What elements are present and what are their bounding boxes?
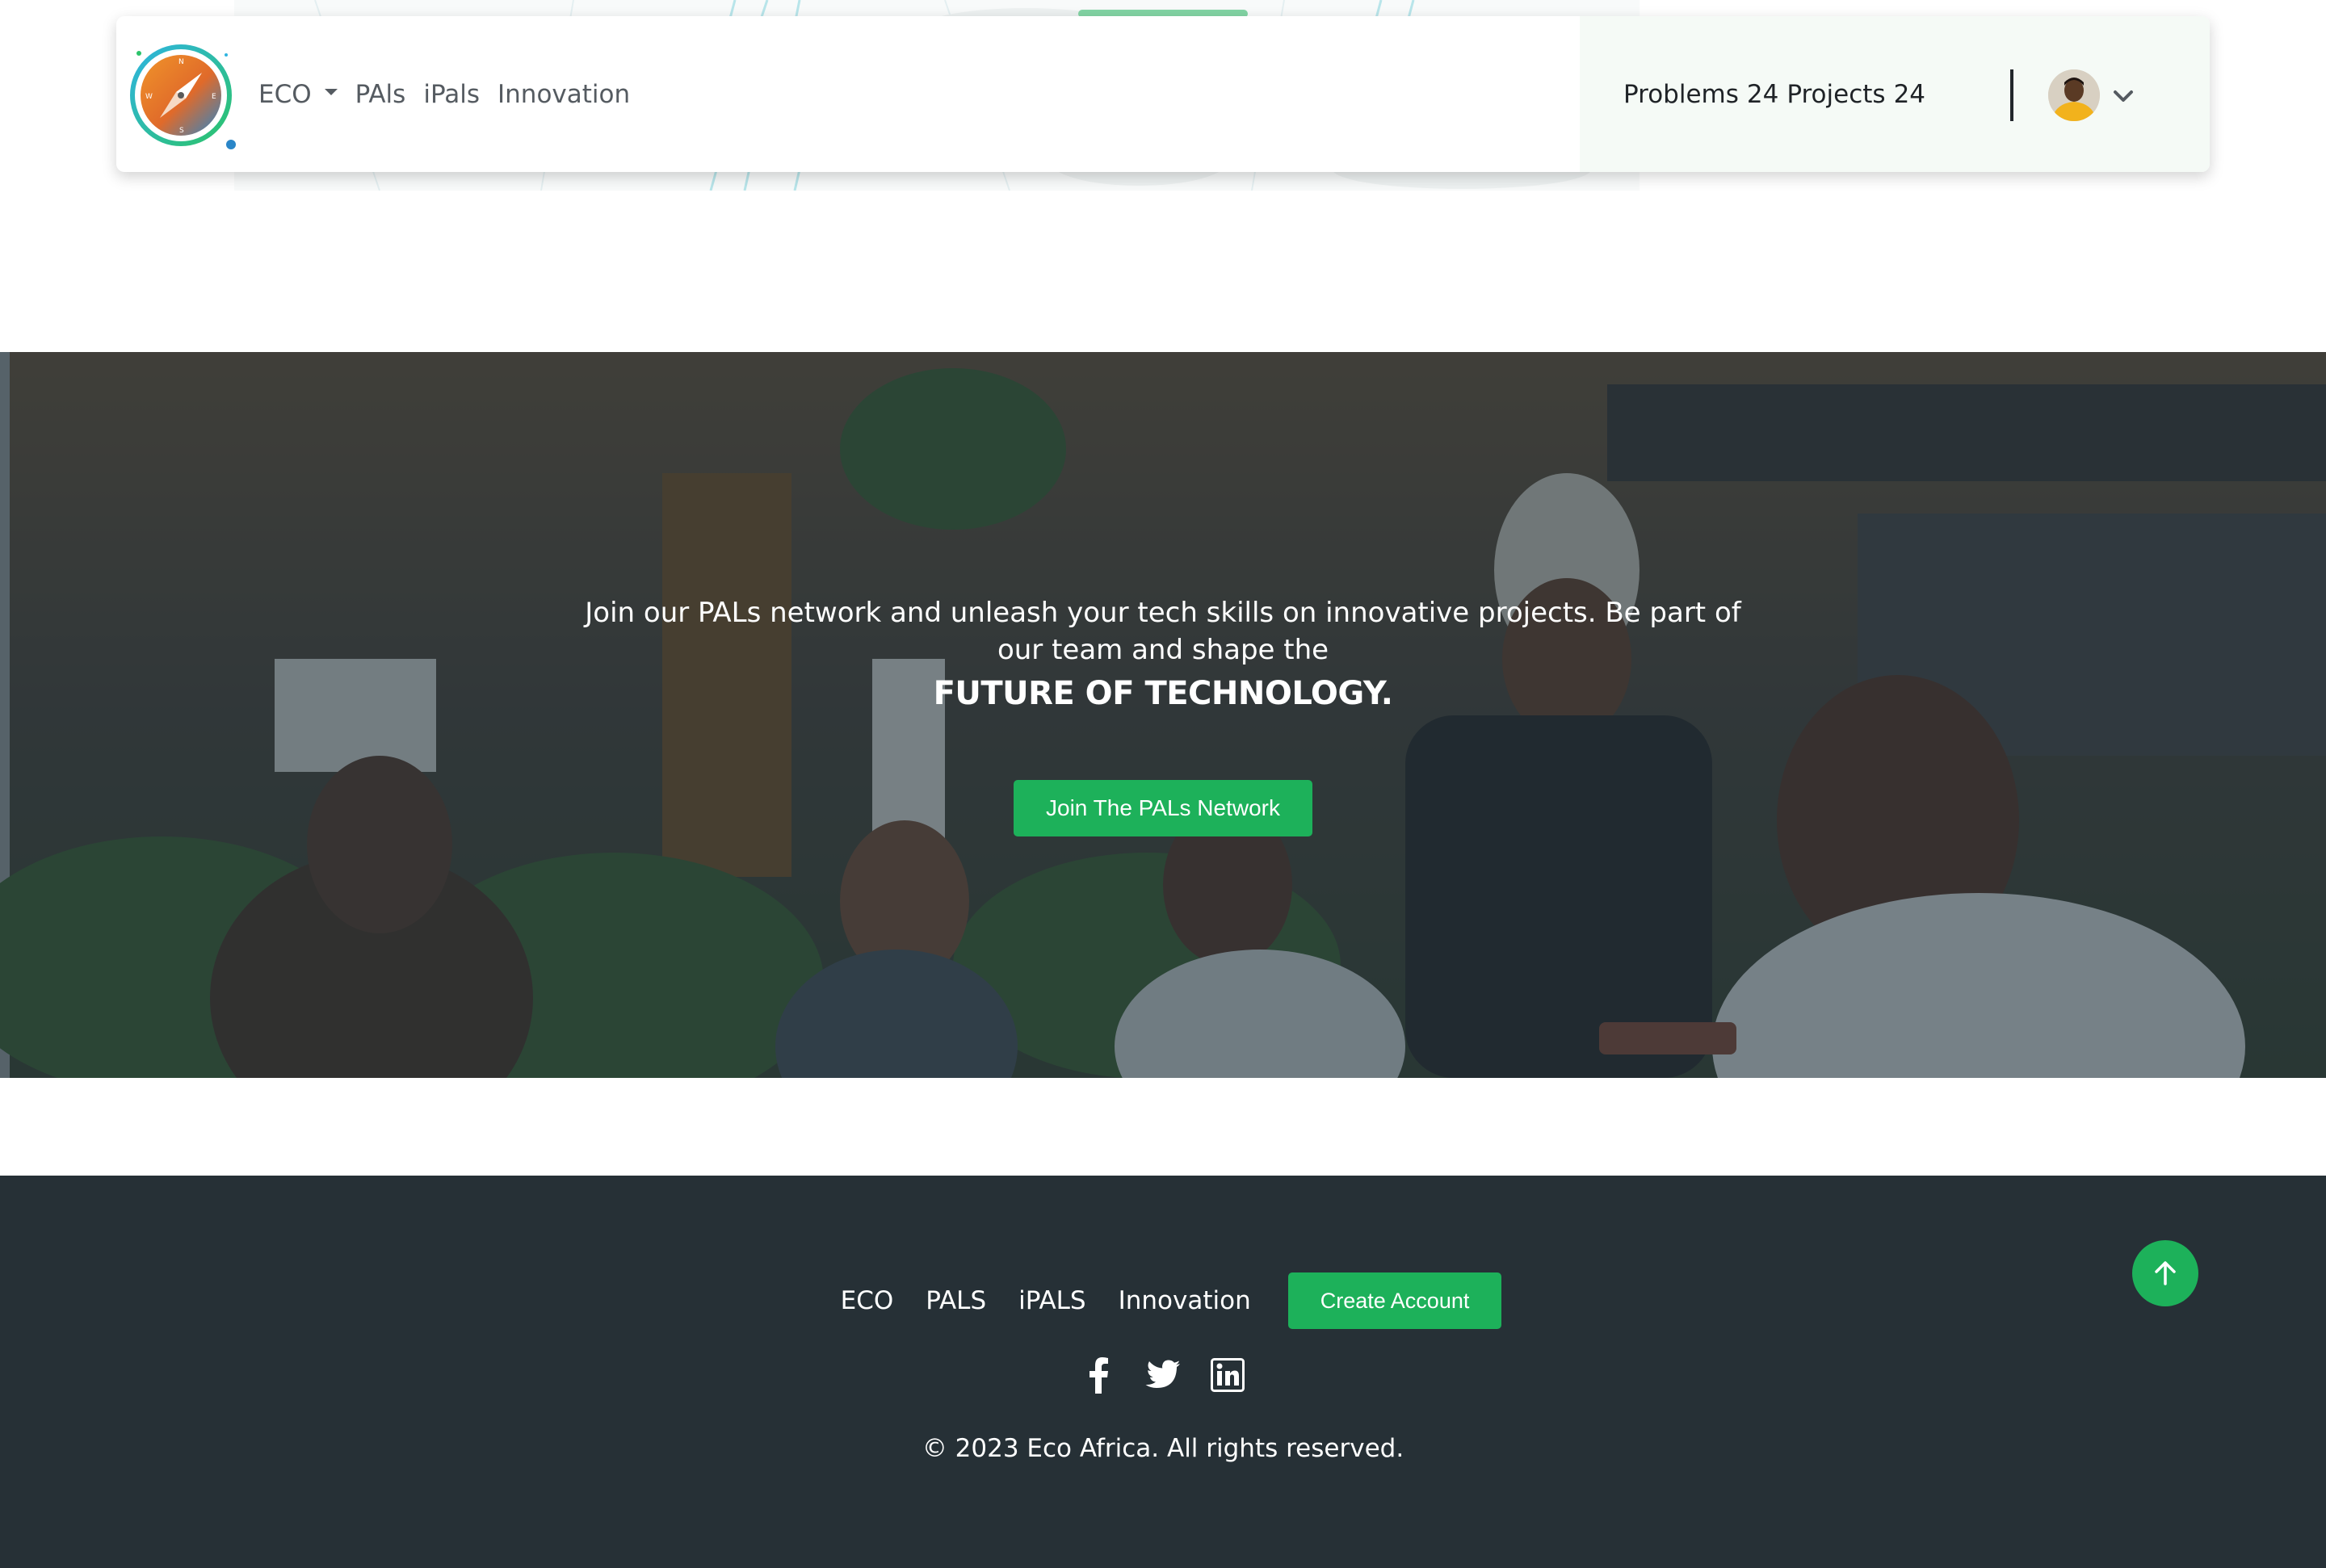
caret-down-icon [324, 88, 338, 95]
hero-description: Join our PALs network and unleash your t… [585, 597, 1741, 666]
compass-logo-icon: N S W E [130, 44, 236, 149]
nav-ipals-label: iPals [423, 79, 481, 109]
problems-label: Problems [1623, 79, 1739, 109]
primary-nav: ECO PAls iPals Innovation [258, 16, 648, 172]
stats-counts: Problems 24 Projects 24 [1623, 16, 1925, 172]
vertical-divider [2010, 69, 2013, 121]
nav-innovation[interactable]: Innovation [498, 80, 630, 109]
create-account-button[interactable]: Create Account [1287, 1272, 1502, 1329]
nav-ipals[interactable]: iPals [423, 80, 480, 109]
twitter-icon[interactable] [1144, 1356, 1182, 1394]
footer-link-pals[interactable]: PALS [926, 1286, 986, 1315]
brand-logo[interactable]: N S W E [128, 42, 241, 155]
problems-count: 24 [1746, 79, 1779, 109]
copyright-text: © 2023 Eco Africa. All rights reserved. [922, 1434, 1404, 1463]
footer-link-eco[interactable]: ECO [841, 1286, 894, 1315]
facebook-icon[interactable] [1080, 1356, 1117, 1394]
social-links [0, 1356, 2326, 1394]
projects-count: 24 [1893, 79, 1926, 109]
back-to-top-button[interactable] [2132, 1240, 2198, 1306]
nav-pals-label: PAls [355, 79, 406, 109]
site-footer: ECO PALS iPALS Innovation Create Account… [0, 1176, 2326, 1568]
svg-text:N: N [178, 58, 184, 66]
nav-innovation-label: Innovation [498, 79, 631, 109]
user-panel: Problems 24 Projects 24 [1580, 16, 2210, 172]
nav-eco-dropdown[interactable]: ECO [258, 80, 338, 109]
linkedin-icon[interactable] [1209, 1356, 1246, 1394]
footer-link-ipals[interactable]: iPALS [1018, 1286, 1085, 1315]
avatar-image [2048, 69, 2100, 121]
footer-link-innovation[interactable]: Innovation [1119, 1286, 1251, 1315]
projects-label: Projects [1786, 79, 1886, 109]
top-navbar: N S W E ECO PAls iPals Innovation Proble… [116, 16, 2210, 172]
hero-banner: Join our PALs network and unleash your t… [0, 352, 2326, 1078]
hero-content: Join our PALs network and unleash your t… [517, 594, 1809, 836]
hero-headline: FUTURE OF TECHNOLOGY. [933, 675, 1393, 712]
nav-eco-label: ECO [258, 79, 312, 109]
user-avatar[interactable] [2048, 69, 2100, 121]
svg-text:E: E [212, 93, 216, 101]
chevron-down-icon[interactable] [2111, 84, 2135, 108]
join-pals-button[interactable]: Join The PALs Network [1014, 780, 1312, 836]
svg-text:W: W [145, 93, 153, 101]
svg-text:S: S [179, 127, 184, 135]
nav-pals[interactable]: PAls [355, 80, 406, 109]
footer-nav: ECO PALS iPALS Innovation Create Account [0, 1272, 2326, 1329]
arrow-up-icon [2155, 1261, 2176, 1285]
